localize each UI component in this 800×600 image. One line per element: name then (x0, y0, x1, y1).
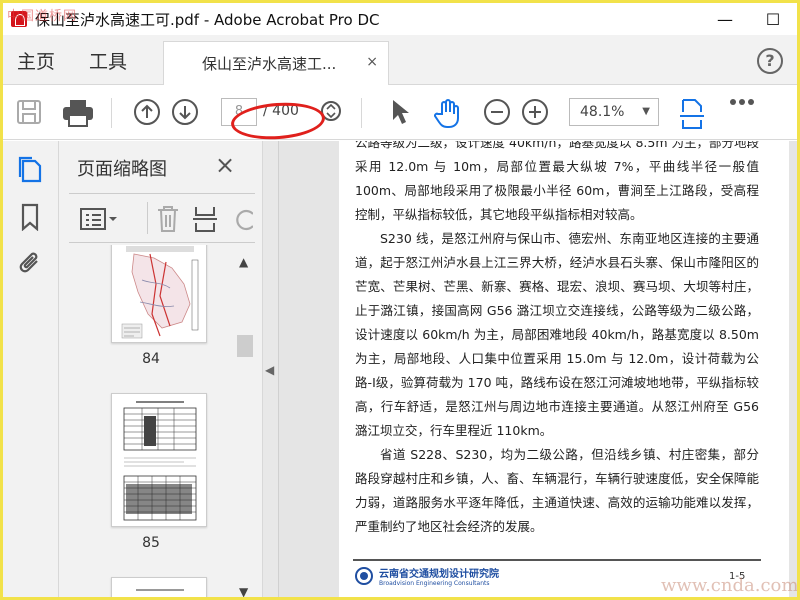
paragraph: S230 线，是怒江州府与保山市、德宏州、东南亚地区连接的主要通道，起于怒江州泸… (355, 231, 759, 438)
document-view[interactable]: 公路等级为二级，设计速度 40km/h，路基宽度以 8.5m 为主，部分地段采用… (279, 141, 797, 597)
thumbnail-page-86[interactable] (111, 577, 207, 597)
menu-bar: 主页 工具 保山至泸水高速工... × ? (3, 35, 797, 85)
panel-collapse-handle[interactable]: ◀ (263, 141, 279, 597)
delete-icon[interactable] (155, 204, 181, 238)
thumbnail-panel: 页面缩略图 × 84 85 ▲ ▼ (59, 141, 263, 597)
help-icon[interactable]: ? (757, 48, 783, 74)
document-tab[interactable]: 保山至泸水高速工... × (163, 41, 389, 85)
options-menu-icon[interactable] (79, 206, 119, 236)
attachment-icon[interactable] (17, 249, 43, 275)
scroll-up-icon[interactable]: ▲ (239, 255, 248, 269)
toolbar: 8 / 400 48.1% ▼ (3, 86, 797, 140)
thumbnail-page-84[interactable] (111, 245, 207, 343)
thumbnail-list: 84 85 (59, 245, 243, 597)
panel-title: 页面缩略图 (77, 159, 167, 180)
acrobat-icon (11, 11, 27, 27)
institute-logo-icon (355, 567, 373, 585)
zoom-in-icon[interactable] (521, 98, 549, 126)
tools-tab[interactable]: 工具 (89, 47, 127, 74)
select-tool-icon[interactable] (389, 98, 411, 126)
footer-org-cn: 云南省交通规划设计研究院 (379, 569, 499, 580)
thumbnail-page-85[interactable] (111, 393, 207, 527)
scroll-thumb[interactable] (237, 335, 253, 357)
title-bar: 保山至泸水高速工可.pdf - Adobe Acrobat Pro DC — ☐ (3, 3, 797, 35)
zoom-select[interactable]: 48.1% ▼ (569, 98, 659, 126)
chevron-down-icon: ▼ (642, 106, 650, 117)
previous-page-icon[interactable] (133, 98, 161, 126)
hand-tool-icon[interactable] (433, 98, 463, 128)
page-total: / 400 (263, 103, 299, 119)
paragraph: 公路等级为二级，设计速度 40km/h，路基宽度以 8.5m 为主，部分地段采用… (355, 141, 759, 222)
rotate-icon[interactable] (233, 206, 253, 234)
panel-toolbar (69, 193, 255, 243)
maximize-button[interactable]: ☐ (749, 3, 797, 35)
left-rail (3, 141, 59, 597)
fit-page-icon[interactable] (679, 98, 705, 130)
close-tab-icon[interactable]: × (366, 54, 378, 70)
page-text: 公路等级为二级，设计速度 40km/h，路基宽度以 8.5m 为主，部分地段采用… (355, 141, 759, 539)
page-stepper-icon[interactable] (321, 98, 341, 124)
bookmark-icon[interactable] (17, 203, 43, 232)
footer-org-en: Broadvision Engineering Consultants (379, 580, 490, 587)
page-number-input[interactable]: 8 (221, 98, 257, 126)
more-options-icon[interactable] (729, 98, 755, 106)
document-tab-label: 保山至泸水高速工... (202, 55, 337, 73)
save-icon[interactable] (15, 98, 43, 126)
paragraph: 省道 S228、S230，均为二级公路，但沿线乡镇、村庄密集，部分路段穿越村庄和… (355, 447, 759, 534)
chevron-left-icon: ◀ (265, 363, 275, 377)
zoom-out-icon[interactable] (483, 98, 511, 126)
zoom-value: 48.1% (580, 104, 625, 120)
print-icon[interactable] (61, 98, 95, 128)
close-panel-icon[interactable]: × (215, 151, 235, 179)
insert-page-icon[interactable] (191, 204, 219, 238)
minimize-button[interactable]: — (701, 3, 749, 35)
thumbnail-scrollbar[interactable]: ▲ ▼ (235, 245, 255, 597)
app-window: 保山至泸水高速工可.pdf - Adobe Acrobat Pro DC — ☐… (0, 0, 800, 600)
footer-rule (353, 559, 761, 561)
home-tab[interactable]: 主页 (17, 47, 55, 74)
page-thumbnails-icon[interactable] (17, 155, 43, 183)
page-number-footer: 1-5 (729, 571, 746, 582)
document-page: 公路等级为二级，设计速度 40km/h，路基宽度以 8.5m 为主，部分地段采用… (339, 141, 789, 597)
window-title: 保山至泸水高速工可.pdf - Adobe Acrobat Pro DC (35, 10, 380, 29)
thumbnail-label-85: 85 (142, 535, 160, 551)
scroll-down-icon[interactable]: ▼ (239, 585, 248, 597)
footer-logo: 云南省交通规划设计研究院 Broadvision Engineering Con… (355, 565, 499, 587)
thumbnail-label-84: 84 (142, 351, 160, 367)
next-page-icon[interactable] (171, 98, 199, 126)
